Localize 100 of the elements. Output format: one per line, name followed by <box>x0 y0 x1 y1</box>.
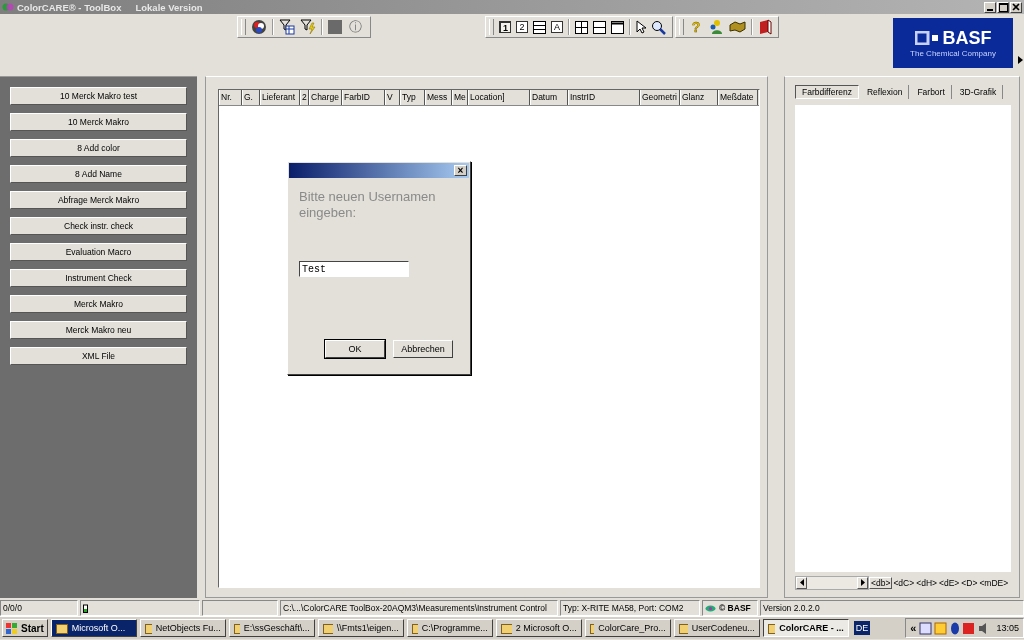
value-tab[interactable]: <db> <box>869 576 893 589</box>
app-icon <box>589 622 595 634</box>
macro-button[interactable]: 8 Add color <box>10 139 187 157</box>
start-button[interactable]: Start <box>2 619 48 637</box>
grid-layout-icon[interactable] <box>575 20 588 34</box>
app-icon <box>55 622 68 634</box>
macro-button[interactable]: Instrument Check <box>10 269 187 287</box>
app-icon <box>322 622 333 634</box>
taskbar-button[interactable]: ColorCARE - ... <box>762 619 849 637</box>
scroll-left-icon[interactable] <box>799 579 804 586</box>
macro-button[interactable]: Merck Makro neu <box>10 321 187 339</box>
pointer-icon[interactable] <box>636 20 646 34</box>
macro-button[interactable]: Merck Makro <box>10 295 187 313</box>
two-rows-icon[interactable] <box>593 20 606 34</box>
split-rows-icon[interactable] <box>533 20 546 34</box>
value-tab[interactable]: <mDE> <box>978 577 1010 588</box>
search-icon[interactable] <box>651 19 666 35</box>
column-header[interactable]: Geometri <box>640 90 680 105</box>
logo-squares-icon <box>914 30 941 45</box>
logo-tagline: The Chemical Company <box>910 48 996 58</box>
view-tab[interactable]: 3D-Grafik <box>953 85 1004 99</box>
battery-icon <box>83 603 88 613</box>
view-toggle-button[interactable]: A <box>551 21 563 33</box>
window-icon[interactable] <box>611 20 624 34</box>
value-tab[interactable]: <dH> <box>915 577 938 588</box>
horizontal-scrollbar[interactable] <box>795 575 869 590</box>
value-tab[interactable]: <dC> <box>892 577 916 588</box>
column-header[interactable]: Meßdate <box>718 90 758 105</box>
column-header[interactable]: Nr. <box>219 90 242 105</box>
clock: 13:05 <box>996 623 1019 633</box>
color-circles-icon <box>2 2 14 12</box>
chevron-icon[interactable] <box>1018 56 1023 64</box>
filter-table-icon[interactable] <box>279 19 295 35</box>
status-version: Version 2.0.2.0 <box>760 600 1024 616</box>
value-tab[interactable]: <D> <box>960 577 979 588</box>
view-tab[interactable]: Farbdifferenz <box>795 85 859 99</box>
column-header[interactable]: G. <box>242 90 260 105</box>
maximize-button[interactable] <box>997 1 1009 13</box>
minimize-button[interactable] <box>984 1 996 13</box>
column-header[interactable]: Glanz <box>680 90 718 105</box>
dialog-message: Bitte neuen Usernamen eingeben: <box>299 189 437 221</box>
status-path: C:\...\ColorCARE ToolBox-20AQM3\Measurements\Instrument Control <box>280 600 558 616</box>
logo-name: BASF <box>942 28 992 47</box>
status-counts: 0/0/0 <box>0 600 78 616</box>
book-icon[interactable] <box>758 19 772 35</box>
username-field[interactable]: Test <box>299 261 409 277</box>
column-header[interactable]: Mess <box>425 90 452 105</box>
macro-button[interactable]: 10 Merck Makro test <box>10 87 187 105</box>
app-icon <box>767 622 776 634</box>
macro-button[interactable]: XML File <box>10 347 187 365</box>
dialog-button[interactable]: OK <box>325 340 385 358</box>
macro-button[interactable]: Evaluation Macro <box>10 243 187 261</box>
macro-button[interactable]: Abfrage Merck Makro <box>10 191 187 209</box>
column-header[interactable]: Charge <box>309 90 342 105</box>
taskbar-button[interactable]: NetObjects Fu... <box>139 619 226 637</box>
close-icon <box>1012 3 1020 11</box>
app-icon <box>233 622 240 634</box>
scroll-right-icon[interactable] <box>860 579 865 586</box>
value-tab[interactable]: <dE> <box>938 577 961 588</box>
column-header[interactable]: Location] <box>468 90 530 105</box>
taskbar-button[interactable]: Microsoft O... <box>50 619 137 637</box>
users-icon[interactable] <box>708 19 724 35</box>
view-tab[interactable]: Reflexion <box>860 85 910 99</box>
info-button[interactable]: ⓘ <box>347 20 364 34</box>
color-wheel-icon[interactable] <box>251 19 267 35</box>
filter-lightning-icon[interactable] <box>300 19 316 35</box>
tray-expand-button[interactable]: « <box>910 622 917 634</box>
dialog-button[interactable]: Abbrechen <box>393 340 453 358</box>
column-header[interactable]: V <box>385 90 400 105</box>
taskbar-button[interactable]: UserCodeneu... <box>673 619 760 637</box>
app-icon <box>411 622 418 634</box>
taskbar-button[interactable]: E:\ssGeschäft\... <box>228 619 315 637</box>
window-subtitle: Lokale Version <box>135 1 203 13</box>
close-button[interactable] <box>1010 1 1022 13</box>
column-header[interactable]: InstrID <box>568 90 640 105</box>
macro-button[interactable]: 10 Merck Makro <box>10 113 187 131</box>
close-button[interactable]: × <box>454 165 467 176</box>
app-icon <box>144 622 152 634</box>
language-indicator[interactable]: DE <box>853 621 871 635</box>
column-header[interactable]: Lieferant <box>260 90 300 105</box>
taskbar-button[interactable]: ColorCare_Pro... <box>584 619 671 637</box>
column-header[interactable]: 2 <box>300 90 309 105</box>
column-header[interactable]: Typ <box>400 90 425 105</box>
macro-button[interactable]: Check instr. check <box>10 217 187 235</box>
status-copyright: © BASF <box>719 602 751 615</box>
taskbar-button[interactable]: 2 Microsoft O... <box>495 619 582 637</box>
macro-button[interactable]: 8 Add Name <box>10 165 187 183</box>
app-icon <box>678 622 688 634</box>
column-header[interactable]: FarbID <box>342 90 385 105</box>
column-header[interactable]: Me <box>452 90 468 105</box>
taskbar-button[interactable]: \\Fmts1\eigen... <box>317 619 404 637</box>
taskbar-button[interactable]: C:\Programme... <box>406 619 493 637</box>
eye-logo-icon <box>705 604 716 612</box>
column-header[interactable]: Datum <box>530 90 568 105</box>
window-title: ColorCARE® - ToolBox <box>17 1 122 13</box>
view-toggle-button[interactable]: 1 <box>499 21 511 33</box>
status-device: Typ: X-RITE MA58, Port: COM2 <box>560 600 700 616</box>
view-tab[interactable]: Farbort <box>911 85 952 99</box>
maximize-icon <box>998 2 1008 12</box>
view-toggle-button[interactable]: 2 <box>516 21 528 33</box>
